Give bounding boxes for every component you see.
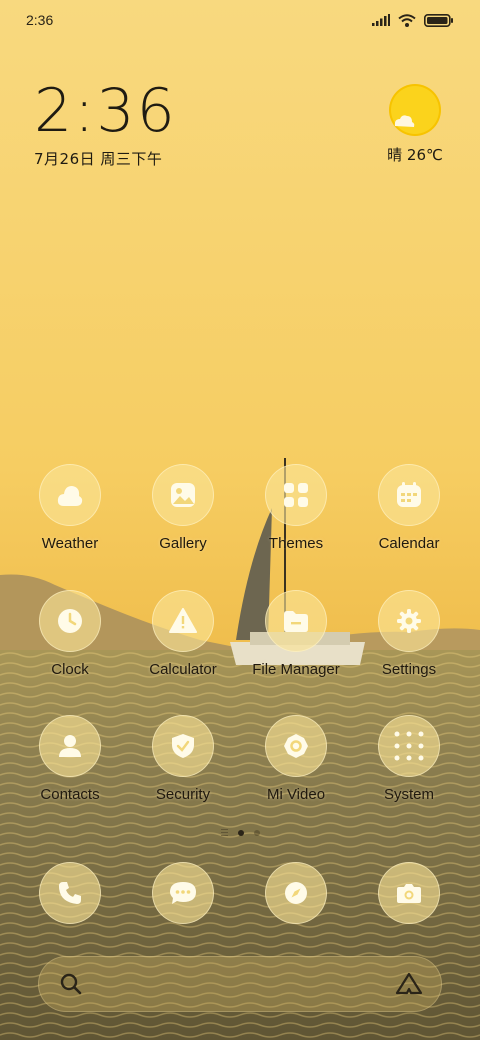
app-label: Themes	[268, 535, 324, 552]
shield-icon	[152, 715, 214, 777]
search-icon	[60, 973, 82, 995]
browser-icon	[265, 862, 327, 924]
app-themes[interactable]: Themes	[241, 464, 351, 552]
app-security[interactable]: Security	[128, 715, 238, 803]
weather-icon	[39, 464, 101, 526]
page-dot-active	[237, 829, 244, 836]
app-label: Security	[155, 786, 211, 803]
app-clock[interactable]: Clock	[15, 590, 125, 678]
gear-icon	[378, 590, 440, 652]
app-calendar[interactable]: Calendar	[354, 464, 464, 552]
assistant-icon[interactable]	[395, 972, 423, 996]
calendar-icon	[378, 464, 440, 526]
app-calculator[interactable]: Calculator	[128, 590, 238, 678]
signal-icon	[372, 14, 390, 26]
clock-date: 7月26日 周三下午	[34, 150, 163, 168]
message-icon	[152, 862, 214, 924]
page-dot	[253, 829, 260, 836]
app-label: Calendar	[378, 535, 440, 552]
battery-icon	[424, 13, 453, 27]
app-label: Weather	[41, 535, 99, 552]
app-label: Settings	[381, 661, 437, 678]
app-settings[interactable]: Settings	[354, 590, 464, 678]
status-icons	[372, 13, 454, 27]
app-file-manager[interactable]: File Manager	[241, 590, 351, 678]
wifi-icon	[398, 13, 416, 27]
weather-widget[interactable]: 晴 26℃	[384, 84, 446, 165]
camera-icon	[378, 862, 440, 924]
clock-icon	[39, 590, 101, 652]
dock-browser[interactable]	[241, 862, 351, 924]
app-label: Mi Video	[266, 786, 326, 803]
app-label: Gallery	[159, 535, 207, 552]
sun-cloud-icon	[389, 84, 441, 136]
phone-icon	[39, 862, 101, 924]
system-folder-icon	[378, 715, 440, 777]
weather-text: 晴 26℃	[387, 146, 443, 164]
app-label: Contacts	[40, 786, 100, 803]
app-weather[interactable]: Weather	[15, 464, 125, 552]
dock-phone[interactable]	[15, 862, 125, 924]
dock-messages[interactable]	[128, 862, 238, 924]
contacts-icon	[39, 715, 101, 777]
dock-camera[interactable]	[354, 862, 464, 924]
app-contacts[interactable]: Contacts	[15, 715, 125, 803]
status-time: 2:36	[26, 12, 54, 28]
page-indicator[interactable]	[0, 829, 480, 836]
app-mi-video[interactable]: Mi Video	[241, 715, 351, 803]
app-label: Clock	[51, 661, 89, 678]
app-label: Calculator	[149, 661, 217, 678]
video-icon	[265, 715, 327, 777]
clock-time: 2:36	[34, 76, 177, 146]
calculator-icon	[152, 590, 214, 652]
gallery-icon	[152, 464, 214, 526]
status-bar: 2:36	[0, 0, 480, 40]
app-gallery[interactable]: Gallery	[128, 464, 238, 552]
search-bar[interactable]	[38, 956, 442, 1012]
app-label: File Manager	[252, 661, 340, 678]
folder-icon	[265, 590, 327, 652]
app-label: System	[383, 786, 434, 803]
page-list-indicator	[220, 829, 228, 836]
app-system-folder[interactable]: System	[354, 715, 464, 803]
clock-widget[interactable]: 2:36 7月26日 周三下午	[34, 80, 177, 169]
themes-icon	[265, 464, 327, 526]
